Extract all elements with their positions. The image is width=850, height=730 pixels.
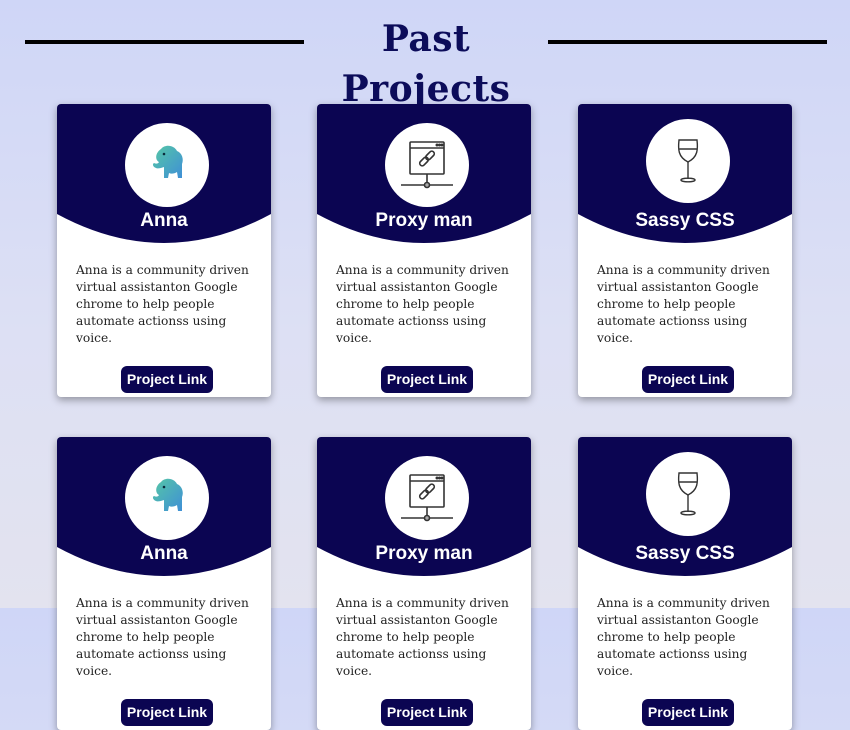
- project-card-sassy-css: Sassy CSS Anna is a community driven vir…: [578, 437, 792, 730]
- project-link-button[interactable]: Project Link: [121, 366, 213, 393]
- project-link-button[interactable]: Project Link: [642, 366, 734, 393]
- card-title: Proxy man: [375, 543, 473, 564]
- proxy-link-icon: [401, 141, 453, 189]
- project-link-button[interactable]: Project Link: [121, 699, 213, 726]
- project-card-proxy-man: Proxy man Anna is a community driven vir…: [317, 437, 531, 730]
- project-link-button[interactable]: Project Link: [381, 699, 473, 726]
- icon-badge: [385, 456, 469, 540]
- elephant-icon: [152, 145, 183, 178]
- icon-badge: [646, 119, 730, 203]
- icon-badge: [385, 123, 469, 207]
- header-rule-right: [548, 40, 827, 44]
- icon-badge: [125, 123, 209, 207]
- page-header: Past Projects: [0, 14, 850, 110]
- icon-badge: [646, 452, 730, 536]
- project-link-button[interactable]: Project Link: [381, 366, 473, 393]
- wine-glass-icon: [677, 139, 699, 183]
- elephant-icon: [152, 478, 183, 511]
- header-rule-left: [25, 40, 304, 44]
- project-card-anna: Anna Anna is a community driven virtual …: [57, 437, 271, 730]
- wine-glass-icon: [677, 472, 699, 516]
- proxy-link-icon: [401, 474, 453, 522]
- card-title: Anna: [140, 543, 188, 564]
- project-card-proxy-man: Proxy man Anna is a community driven vir…: [317, 104, 531, 397]
- project-card-anna: Anna Anna is a community driven virtual …: [57, 104, 271, 397]
- card-title: Anna: [140, 210, 188, 231]
- icon-badge: [125, 456, 209, 540]
- card-description: Anna is a community driven virtual assis…: [76, 263, 249, 345]
- project-link-button[interactable]: Project Link: [642, 699, 734, 726]
- card-description: Anna is a community driven virtual assis…: [336, 263, 509, 345]
- card-title: Sassy CSS: [635, 210, 735, 231]
- card-title: Proxy man: [375, 210, 473, 231]
- project-card-sassy-css: Sassy CSS Anna is a community driven vir…: [578, 104, 792, 397]
- card-description: Anna is a community driven virtual assis…: [597, 263, 770, 345]
- card-title: Sassy CSS: [635, 543, 735, 564]
- page-title: Past Projects: [341, 18, 511, 110]
